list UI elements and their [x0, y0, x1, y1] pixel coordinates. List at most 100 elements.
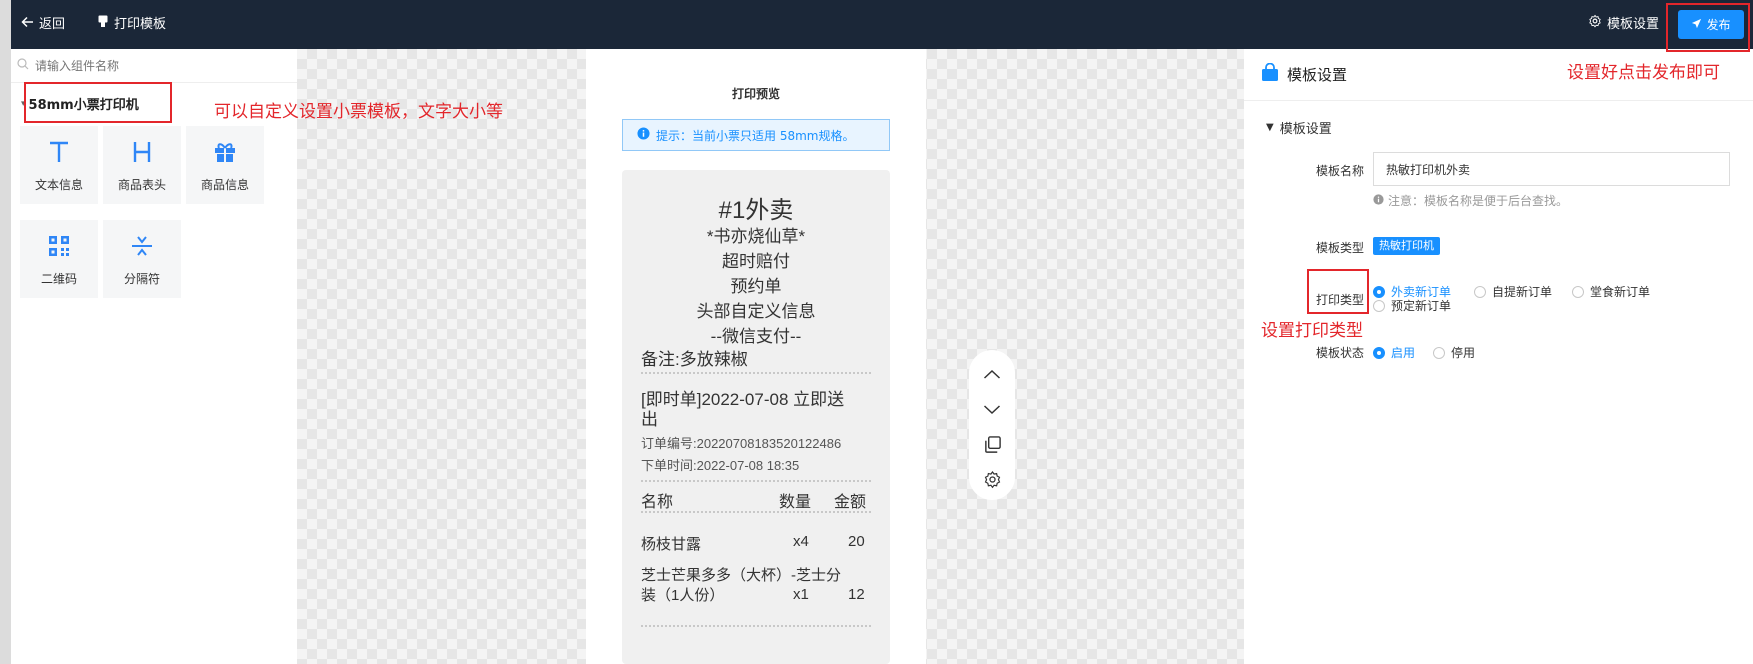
floating-toolbar	[969, 350, 1015, 500]
annotation-text-left: 可以自定义设置小票模板，文字大小等	[214, 102, 503, 122]
search-icon	[17, 58, 29, 73]
receipt-delivery-line: [即时单]2022-07-08 立即送	[641, 390, 845, 409]
page-title-label: 打印模板	[114, 17, 167, 32]
note-text: 注意：模板名称是便于后台查找。	[1388, 194, 1569, 208]
page-title: 打印模板	[97, 0, 166, 49]
component-label: 文本信息	[34, 177, 83, 192]
receipt-order-time: 下单时间:2022-07-08 18:35	[641, 458, 800, 473]
print-type-radio-reservation[interactable]: 预定新订单	[1373, 297, 1451, 314]
receipt-col-name: 名称	[641, 494, 674, 511]
component-label: 商品信息	[200, 177, 249, 192]
status-radio-enabled[interactable]: 启用	[1373, 344, 1415, 361]
annotation-box-group	[24, 82, 172, 123]
settings-panel-title: 模板设置	[1287, 66, 1348, 84]
template-status-label: 模板状态	[1315, 346, 1364, 360]
annotation-text-publish: 设置好点击发布即可	[1567, 63, 1720, 83]
radio-label: 预定新订单	[1391, 299, 1452, 313]
print-preview-frame: 打印预览 提示：当前小票只适用 58mm规格。 #1外卖 *书亦烧仙草* 超时赔…	[586, 49, 926, 664]
receipt-col-amount: 金额	[834, 494, 867, 511]
caret-down-icon: ▼	[1266, 122, 1274, 133]
size-tip: 提示：当前小票只适用 58mm规格。	[622, 119, 890, 151]
component-divider[interactable]: 分隔符	[103, 220, 181, 298]
chevron-up-icon	[983, 368, 1001, 382]
receipt-divider	[641, 480, 871, 482]
print-type-radio-pickup[interactable]: 自提新订单	[1474, 283, 1552, 300]
receipt-compensation: 超时赔付	[722, 252, 790, 271]
template-settings-panel: 模板设置 ▼ 模板设置 模板名称 注意：模板名称是便于后台查找。 模板类型 热敏…	[1244, 49, 1753, 664]
move-up-button[interactable]	[969, 357, 1015, 393]
annotation-box-publish	[1666, 3, 1750, 52]
top-bar: 返回 打印模板 模板设置 发布	[11, 0, 1753, 49]
receipt-item-name: 芝士芒果多多（大杯）-芝士分	[641, 567, 841, 584]
receipt-item-amount: 12	[848, 586, 865, 603]
shopping-bag-icon	[1261, 62, 1279, 86]
template-name-label: 模板名称	[1315, 164, 1364, 178]
radio-dot	[1433, 346, 1445, 359]
receipt-divider	[641, 372, 871, 374]
receipt-item-qty: x1	[793, 586, 809, 603]
receipt-divider	[641, 511, 871, 513]
component-product-info[interactable]: 商品信息	[186, 126, 264, 204]
back-button[interactable]: 返回	[21, 0, 65, 49]
component-settings-button[interactable]	[969, 463, 1015, 499]
preview-title: 打印预览	[731, 87, 780, 101]
copy-button[interactable]	[969, 428, 1015, 464]
chevron-down-icon	[983, 404, 1001, 418]
radio-dot	[1474, 285, 1486, 298]
annotation-text-print-type: 设置打印类型	[1261, 321, 1363, 341]
receipt-item-name: 杨枝甘露	[641, 536, 702, 553]
receipt-col-qty: 数量	[779, 494, 812, 511]
back-label: 返回	[39, 17, 66, 32]
annotation-box-print-type	[1307, 269, 1369, 314]
receipt-delivery-line: 出	[641, 410, 658, 429]
radio-dot	[1373, 285, 1385, 298]
component-label: 商品表头	[117, 177, 166, 192]
receipt-item-qty: x4	[793, 533, 809, 550]
component-qrcode[interactable]: 二维码	[20, 220, 98, 298]
gear-icon	[983, 470, 1002, 492]
receipt-payment: --微信支付--	[710, 327, 802, 346]
qrcode-icon	[48, 232, 70, 260]
component-search	[11, 49, 297, 83]
component-product-header[interactable]: 商品表头	[103, 126, 181, 204]
settings-section-header[interactable]: ▼ 模板设置	[1266, 118, 1332, 137]
receipt-item-amount: 20	[848, 533, 865, 550]
template-name-input[interactable]	[1373, 152, 1730, 186]
radio-label: 启用	[1391, 346, 1416, 360]
design-canvas: 打印预览 提示：当前小票只适用 58mm规格。 #1外卖 *书亦烧仙草* 超时赔…	[297, 49, 1244, 664]
divider	[1244, 100, 1753, 101]
receipt-order-no: #1外卖	[718, 197, 794, 224]
section-title: 模板设置	[1279, 122, 1332, 137]
radio-label: 停用	[1451, 346, 1476, 360]
receipt-shop-name: *书亦烧仙草*	[706, 227, 806, 246]
template-settings-link[interactable]: 模板设置	[1588, 0, 1659, 49]
receipt-reservation: 预约单	[730, 277, 782, 296]
stamp-icon	[97, 0, 109, 49]
info-icon	[637, 127, 650, 143]
receipt-header-custom: 头部自定义信息	[696, 302, 816, 321]
receipt-remark: 备注:多放辣椒	[641, 350, 748, 369]
radio-dot	[1373, 346, 1385, 359]
radio-dot	[1373, 299, 1385, 312]
search-input[interactable]	[33, 57, 277, 74]
template-type-tag: 热敏打印机	[1373, 237, 1440, 255]
receipt-order-number: 订单编号:20220708183520122486	[641, 436, 842, 451]
print-type-radio-dinein[interactable]: 堂食新订单	[1572, 283, 1650, 300]
gift-icon	[213, 138, 237, 166]
component-panel: ▾ 58mm小票打印机 文本信息 商品表头 商品信息 二维码 分隔符	[11, 49, 297, 664]
copy-icon	[983, 435, 1002, 457]
template-name-note: 注意：模板名称是便于后台查找。	[1373, 192, 1568, 209]
template-settings-label: 模板设置	[1607, 17, 1660, 32]
component-text-info[interactable]: 文本信息	[20, 126, 98, 204]
radio-label: 堂食新订单	[1590, 285, 1651, 299]
receipt[interactable]: #1外卖 *书亦烧仙草* 超时赔付 预约单 头部自定义信息 --微信支付-- 备…	[622, 170, 890, 664]
receipt-item-name: 装（1人份）	[641, 587, 725, 604]
heading-icon	[132, 138, 152, 166]
radio-dot	[1572, 285, 1584, 298]
status-radio-disabled[interactable]: 停用	[1433, 344, 1475, 361]
component-label: 二维码	[40, 271, 77, 286]
settings-panel-header: 模板设置	[1261, 62, 1348, 86]
divider-icon	[131, 232, 153, 260]
component-label: 分隔符	[123, 271, 160, 286]
move-down-button[interactable]	[969, 393, 1015, 429]
